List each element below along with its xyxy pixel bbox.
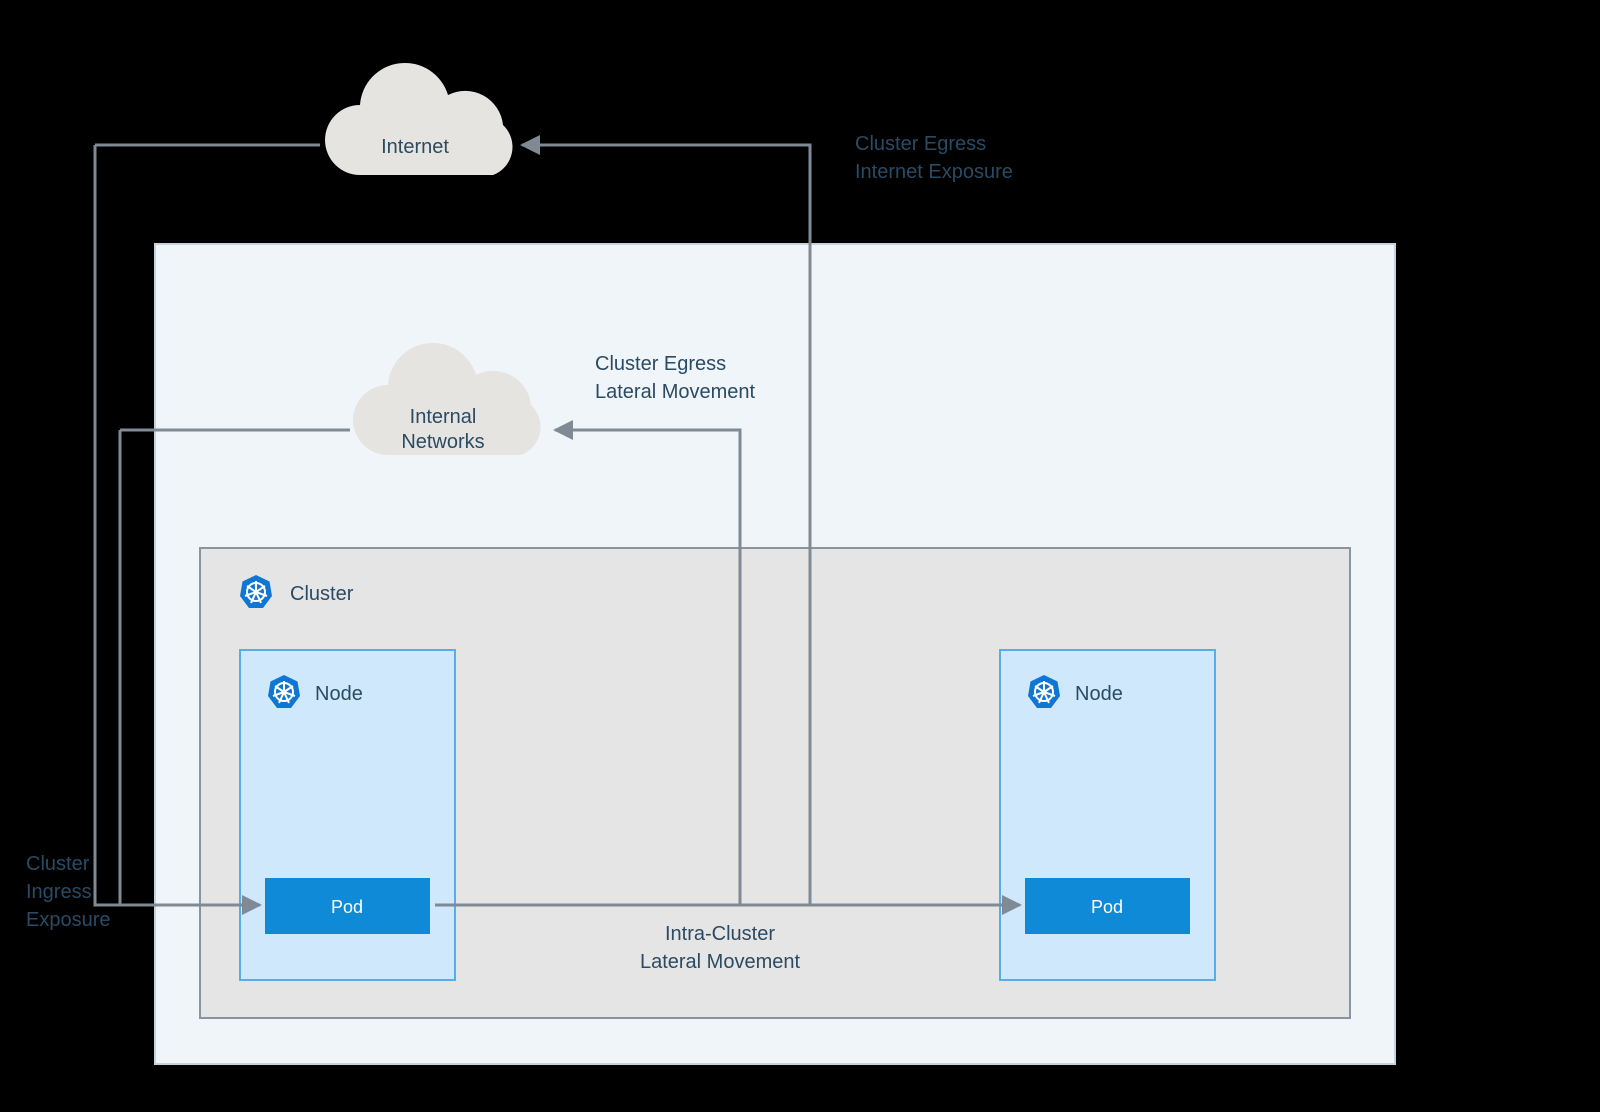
node-label-left: Node [315, 683, 363, 705]
internet-label: Internet [381, 136, 449, 158]
egress-lateral-label-l1: Cluster Egress [595, 353, 726, 375]
internet-cloud [325, 63, 512, 175]
intra-label-l1: Intra-Cluster [665, 923, 775, 945]
intra-label-l2: Lateral Movement [640, 951, 801, 973]
pod-label-left: Pod [331, 897, 363, 917]
egress-lateral-label-l2: Lateral Movement [595, 381, 756, 403]
diagram-canvas: Cluster Node Pod Node Pod Internet Inter… [0, 0, 1600, 1112]
ingress-label-l3: Exposure [26, 909, 111, 931]
internal-label-l2: Networks [401, 431, 484, 453]
ingress-label-l1: Cluster [26, 853, 90, 875]
node-label-right: Node [1075, 683, 1123, 705]
ingress-label-l2: Ingress [26, 881, 92, 903]
cluster-label: Cluster [290, 583, 354, 605]
pod-label-right: Pod [1091, 897, 1123, 917]
egress-internet-label-l2: Internet Exposure [855, 161, 1013, 183]
internal-label-l1: Internal [410, 406, 477, 428]
egress-internet-label-l1: Cluster Egress [855, 133, 986, 155]
